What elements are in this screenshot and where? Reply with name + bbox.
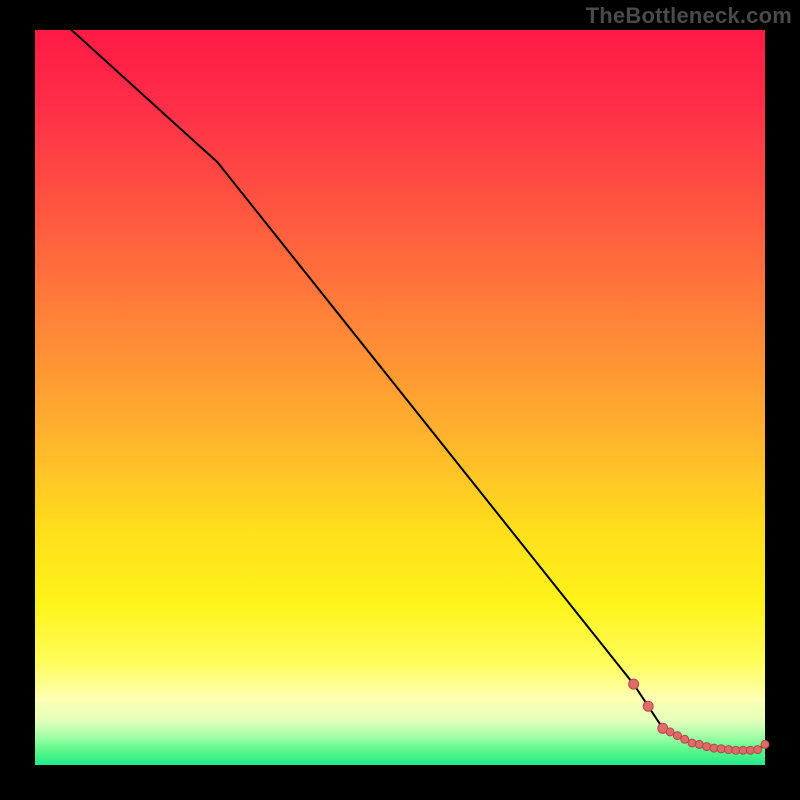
marker-dot: [695, 740, 703, 748]
chart-frame: TheBottleneck.com: [0, 0, 800, 800]
marker-dot: [761, 740, 769, 748]
watermark-text: TheBottleneck.com: [586, 3, 792, 29]
marker-dot: [629, 679, 639, 689]
highlight-markers: [629, 679, 769, 754]
plot-area: [35, 30, 765, 765]
marker-dot: [666, 728, 674, 736]
marker-dot: [754, 746, 762, 754]
marker-dot: [746, 746, 754, 754]
marker-dot: [725, 746, 733, 754]
marker-dot: [673, 732, 681, 740]
marker-dot: [688, 739, 696, 747]
marker-dot: [739, 746, 747, 754]
marker-dot: [703, 743, 711, 751]
marker-dot: [643, 701, 653, 711]
marker-dot: [717, 745, 725, 753]
bottleneck-curve: [72, 30, 766, 750]
chart-svg: [35, 30, 765, 765]
marker-dot: [710, 744, 718, 752]
marker-dot: [681, 735, 689, 743]
